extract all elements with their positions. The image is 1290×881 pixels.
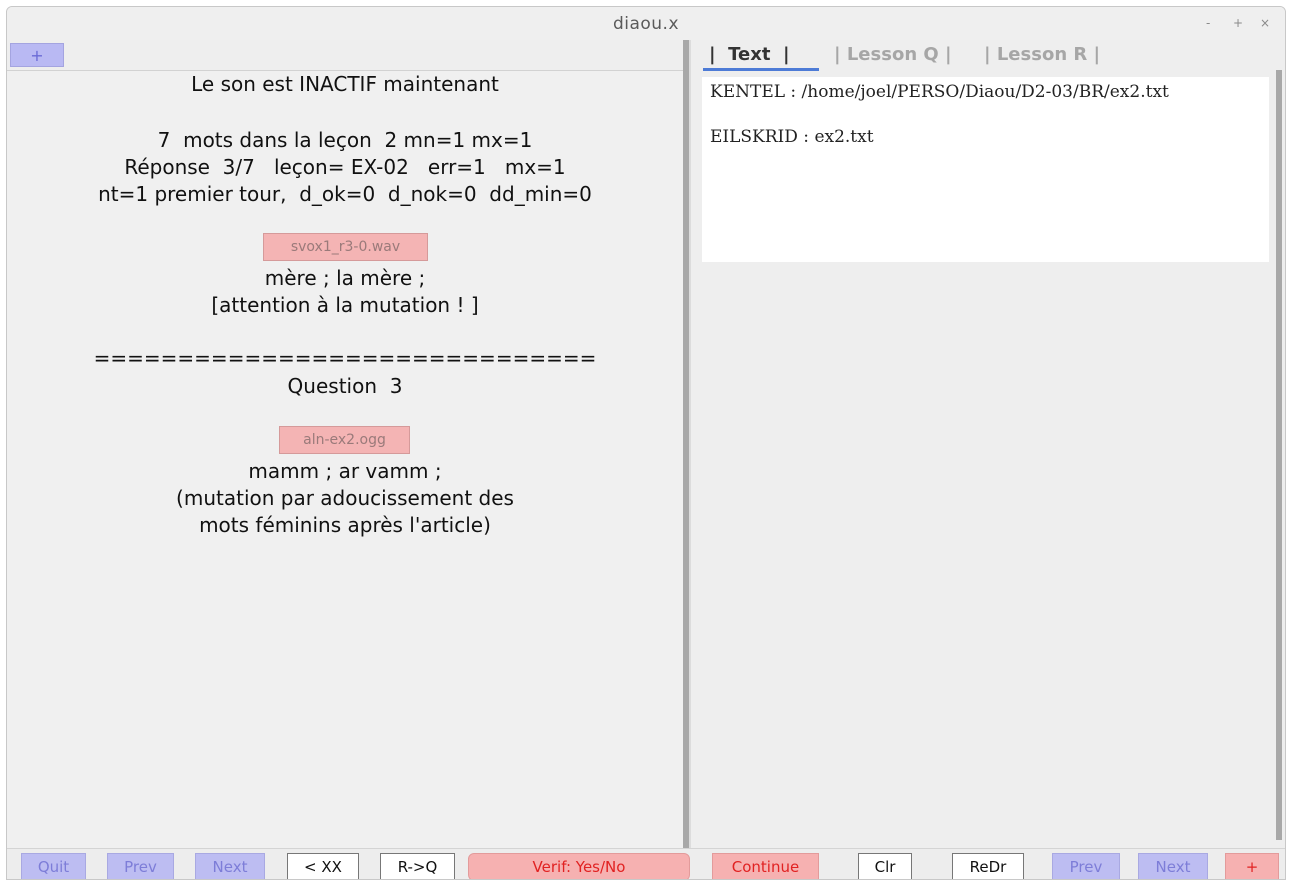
turn-info: nt=1 premier tour, d_ok=0 d_nok=0 dd_min… — [98, 182, 592, 206]
tab-text[interactable]: | Text | — [709, 44, 790, 65]
scrollbar[interactable] — [1276, 70, 1282, 840]
prev-button-right[interactable]: Prev — [1052, 853, 1120, 879]
question-text: mamm ; ar vamm ; — [248, 459, 442, 483]
answer-text: mère ; la mère ; — [264, 266, 426, 290]
r-to-q-button[interactable]: R->Q — [380, 853, 455, 879]
window-title: diaou.x — [612, 14, 680, 34]
separator-line: ============================== — [93, 346, 597, 370]
audio-file-button-1[interactable]: svox1_r3-0.wav — [263, 233, 428, 261]
maximize-button[interactable]: + — [1233, 16, 1243, 30]
tab-bar: | Text | | Lesson Q | | Lesson R | — [691, 40, 1285, 71]
back-xx-button[interactable]: < XX — [287, 853, 359, 879]
add-button[interactable]: + — [1225, 853, 1279, 879]
text-line-file: KENTEL : /home/joel/PERSO/Diaou/D2-03/BR… — [710, 82, 1169, 102]
question-title: Question 3 — [287, 374, 403, 398]
verif-button[interactable]: Verif: Yes/No — [468, 853, 690, 879]
tab-lesson-r[interactable]: | Lesson R | — [984, 44, 1100, 65]
minimize-button[interactable]: - — [1206, 16, 1210, 30]
redraw-button[interactable]: ReDr — [952, 853, 1024, 879]
quit-button[interactable]: Quit — [21, 853, 86, 879]
tab-lesson-q[interactable]: | Lesson Q | — [834, 44, 952, 65]
lesson-pane: + Le son est INACTIF maintenant 7 mots d… — [7, 40, 683, 848]
active-tab-indicator — [703, 68, 819, 71]
next-button-right[interactable]: Next — [1138, 853, 1208, 879]
answer-note: [attention à la mutation ! ] — [211, 293, 479, 317]
close-button[interactable]: × — [1260, 16, 1270, 30]
continue-button[interactable]: Continue — [712, 853, 819, 879]
text-line-name: EILSKRID : ex2.txt — [710, 127, 874, 147]
app-window: diaou.x - + × + Le son est INACTIF maint… — [6, 6, 1286, 880]
question-note-2: mots féminins après l'article) — [199, 513, 491, 537]
next-button-left[interactable]: Next — [195, 853, 265, 879]
clear-button[interactable]: Clr — [858, 853, 912, 879]
prev-button-left[interactable]: Prev — [107, 853, 174, 879]
answer-info: Réponse 3/7 leçon= EX-02 err=1 mx=1 — [124, 155, 566, 179]
add-tab-button[interactable]: + — [10, 43, 64, 67]
lesson-toolbar: + — [7, 40, 683, 71]
lesson-info: 7 mots dans la leçon 2 mn=1 mx=1 — [157, 128, 533, 152]
text-display[interactable]: KENTEL : /home/joel/PERSO/Diaou/D2-03/BR… — [702, 77, 1269, 262]
sound-status: Le son est INACTIF maintenant — [191, 72, 499, 96]
text-pane: | Text | | Lesson Q | | Lesson R | KENTE… — [691, 40, 1285, 848]
audio-file-button-2[interactable]: aln-ex2.ogg — [279, 426, 410, 454]
question-note-1: (mutation par adoucissement des — [176, 486, 514, 510]
bottom-toolbar: Quit Prev Next < XX R->Q Verif: Yes/No C… — [7, 848, 1285, 879]
title-bar: diaou.x - + × — [7, 7, 1285, 41]
